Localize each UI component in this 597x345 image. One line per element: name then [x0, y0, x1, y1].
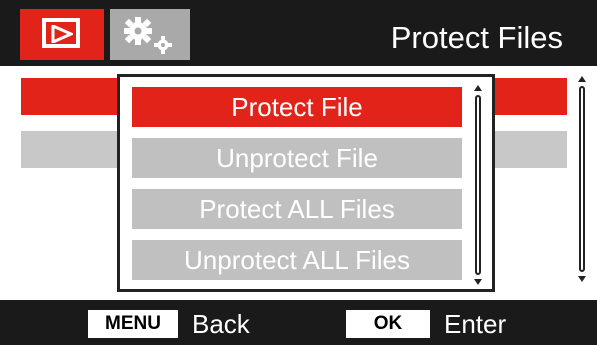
playback-icon: [42, 18, 80, 48]
scrollbar-track: [579, 86, 585, 272]
dashcam-screen: Protect Files Protect File Unprotect Fil…: [0, 0, 597, 345]
menu-key-badge[interactable]: MENU: [88, 310, 178, 338]
ok-key-badge[interactable]: OK: [346, 310, 430, 338]
menu-item-unprotect-file[interactable]: Unprotect File: [132, 138, 462, 178]
bottom-bar: MENU Back OK Enter: [0, 300, 597, 345]
list-scrollbar[interactable]: [575, 76, 589, 282]
tab-playback[interactable]: [20, 9, 104, 60]
menu-item-unprotect-all-files[interactable]: Unprotect ALL Files: [132, 240, 462, 280]
menu-item-protect-all-files[interactable]: Protect ALL Files: [132, 189, 462, 229]
tab-settings[interactable]: [110, 9, 190, 60]
settings-gears-icon: [124, 17, 172, 54]
popup-scrollbar[interactable]: [472, 85, 484, 285]
scroll-down-arrow-icon: [474, 279, 482, 285]
menu-item-protect-file[interactable]: Protect File: [132, 87, 462, 127]
scroll-down-arrow-icon: [578, 276, 586, 282]
back-hint: Back: [192, 309, 250, 339]
enter-hint: Enter: [444, 309, 507, 339]
scroll-up-arrow-icon: [578, 76, 586, 82]
top-bar: Protect Files: [0, 0, 597, 66]
scroll-up-arrow-icon: [474, 85, 482, 91]
page-title: Protect Files: [390, 20, 563, 55]
protect-files-popup: Protect File Unprotect File Protect ALL …: [117, 74, 495, 292]
scrollbar-track: [475, 95, 481, 275]
